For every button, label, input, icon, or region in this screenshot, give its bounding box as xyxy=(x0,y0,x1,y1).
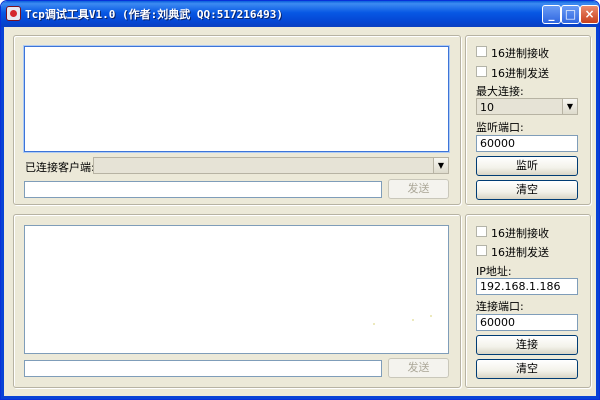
window-border-right xyxy=(596,27,599,399)
client-send-button[interactable]: 发送 xyxy=(388,358,449,378)
server-receive-area[interactable] xyxy=(24,46,449,152)
server-clear-button[interactable]: 清空 xyxy=(476,180,578,200)
ip-input[interactable] xyxy=(476,278,578,295)
app-icon xyxy=(6,6,21,21)
minimize-button[interactable]: _ xyxy=(542,5,561,24)
maximize-button[interactable]: □ xyxy=(561,5,580,24)
server-hex-send-label: 16进制发送 xyxy=(491,67,549,80)
close-button[interactable]: × xyxy=(580,5,599,24)
ip-label: IP地址: xyxy=(476,265,512,278)
cursor-artifact xyxy=(412,319,414,321)
connect-button[interactable]: 连接 xyxy=(476,335,578,355)
window-title: Tcp调试工具V1.0 (作者:刘典武 QQ:517216493) xyxy=(25,8,283,21)
client-send-input[interactable] xyxy=(24,360,382,377)
listen-port-input[interactable] xyxy=(476,135,578,152)
client-hex-receive-label: 16进制接收 xyxy=(491,227,549,240)
connect-port-label: 连接端口: xyxy=(476,300,524,313)
window-border-left xyxy=(1,27,4,399)
max-conn-label: 最大连接: xyxy=(476,85,524,98)
clients-dropdown[interactable]: ▼ xyxy=(93,157,449,174)
app-window: Tcp调试工具V1.0 (作者:刘典武 QQ:517216493) _ □ × … xyxy=(0,0,600,400)
listen-button[interactable]: 监听 xyxy=(476,156,578,176)
chevron-down-icon[interactable]: ▼ xyxy=(433,158,448,173)
title-bar[interactable]: Tcp调试工具V1.0 (作者:刘典武 QQ:517216493) _ □ × xyxy=(1,1,599,27)
chevron-down-icon[interactable]: ▼ xyxy=(562,99,577,114)
client-hex-send-label: 16进制发送 xyxy=(491,246,549,259)
server-hex-receive-label: 16进制接收 xyxy=(491,47,549,60)
listen-port-label: 监听端口: xyxy=(476,121,524,134)
client-receive-area[interactable] xyxy=(24,225,449,354)
client-hex-send-checkbox[interactable] xyxy=(476,245,487,256)
server-hex-send-checkbox[interactable] xyxy=(476,66,487,77)
clients-label: 已连接客户端: xyxy=(25,161,95,174)
cursor-artifact xyxy=(373,323,375,325)
max-conn-value: 10 xyxy=(480,101,494,114)
max-conn-dropdown[interactable]: 10 ▼ xyxy=(476,98,578,115)
window-border-bottom xyxy=(1,396,599,399)
client-clear-button[interactable]: 清空 xyxy=(476,359,578,379)
connect-port-input[interactable] xyxy=(476,314,578,331)
cursor-artifact xyxy=(430,315,432,317)
server-send-button[interactable]: 发送 xyxy=(388,179,449,199)
server-send-input[interactable] xyxy=(24,181,382,198)
client-hex-receive-checkbox[interactable] xyxy=(476,226,487,237)
server-hex-receive-checkbox[interactable] xyxy=(476,46,487,57)
